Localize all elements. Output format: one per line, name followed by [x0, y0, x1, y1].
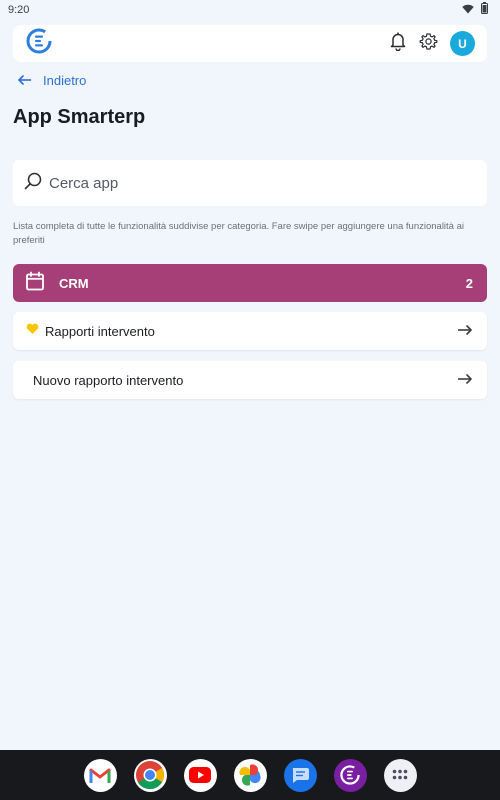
status-icons	[462, 1, 488, 19]
smarterp-logo-icon[interactable]	[25, 27, 53, 60]
search-box[interactable]	[13, 160, 487, 206]
photos-icon[interactable]	[233, 758, 267, 792]
arrow-right-icon	[457, 322, 472, 340]
smarterp-icon[interactable]	[333, 758, 367, 792]
back-link[interactable]: Indietro	[18, 70, 86, 90]
heart-icon[interactable]	[26, 322, 39, 340]
category-count: 2	[465, 275, 473, 291]
dock	[0, 750, 500, 800]
chrome-icon[interactable]	[133, 758, 167, 792]
help-text: Lista completa di tutte le funzionalità …	[13, 221, 464, 246]
item-left: Rapporti intervento	[26, 322, 155, 340]
item-left: Nuovo rapporto intervento	[26, 373, 183, 388]
back-label: Indietro	[43, 72, 87, 88]
messages-icon[interactable]	[283, 758, 317, 792]
page-title: App Smarterp	[13, 106, 146, 128]
list-item-nuovo-rapporto-intervento[interactable]: Nuovo rapporto intervento	[13, 361, 487, 399]
gear-icon[interactable]	[419, 32, 438, 56]
search-icon	[23, 171, 43, 196]
bell-icon[interactable]	[389, 31, 407, 56]
status-bar: 9:20	[0, 0, 500, 20]
arrow-left-icon	[18, 73, 32, 88]
battery-icon	[481, 1, 488, 19]
avatar[interactable]: U	[450, 31, 475, 56]
category-left: CRM	[25, 271, 89, 296]
category-header-crm[interactable]: CRM 2	[13, 264, 487, 302]
app-header: U	[13, 25, 487, 62]
search-input[interactable]	[49, 174, 469, 192]
list-item-rapporti-intervento[interactable]: Rapporti intervento	[13, 312, 487, 350]
status-time: 9:20	[8, 4, 30, 16]
gmail-icon[interactable]	[83, 758, 117, 792]
wifi-icon	[462, 1, 474, 19]
arrow-right-icon	[457, 371, 472, 389]
item-label: Rapporti intervento	[45, 323, 155, 339]
youtube-icon[interactable]	[183, 758, 217, 792]
category-name: CRM	[59, 275, 89, 291]
item-label: Nuovo rapporto intervento	[33, 372, 184, 388]
calendar-icon	[25, 271, 45, 296]
app-drawer-icon[interactable]	[383, 758, 417, 792]
header-actions: U	[389, 31, 475, 56]
